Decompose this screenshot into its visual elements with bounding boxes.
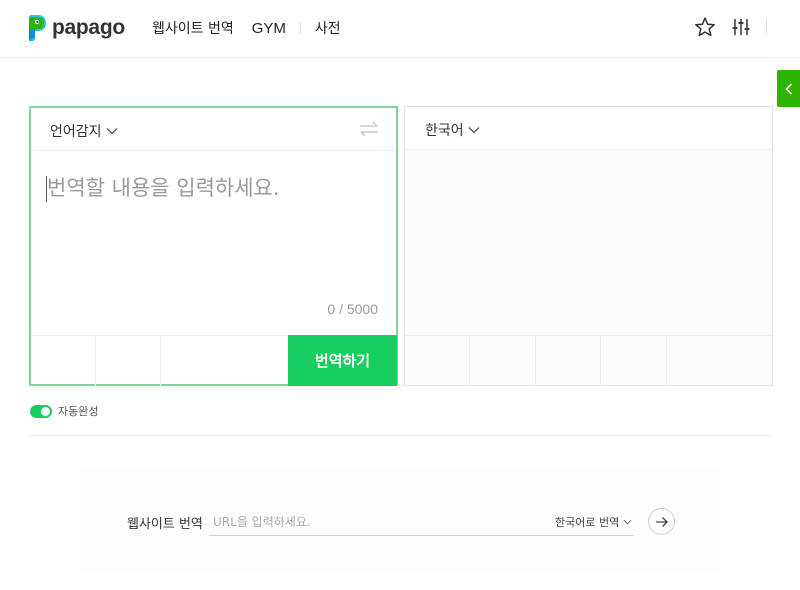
source-tool-slot [161,336,289,386]
source-language-label: 언어감지 [50,124,102,140]
logo-text: papago [52,16,125,39]
autocomplete-option: 자동완성 [30,403,98,419]
url-target-language-select[interactable]: 한국어로 번역 [555,514,632,530]
nav-dictionary[interactable]: 사전 [315,18,341,38]
logo[interactable]: papago [26,15,125,41]
source-panel-header: 언어감지 [31,108,396,151]
nav-gym[interactable]: GYM [252,20,286,37]
url-target-language-label: 한국어로 번역 [555,516,620,529]
url-go-button[interactable] [648,508,675,535]
target-toolbar [405,335,772,386]
source-panel: 언어감지 번역할 내용을 입력하세요. 0 / 5000 번역하기 [29,106,398,386]
website-translate-label: 웹사이트 번역 [127,517,203,532]
target-language-select[interactable]: 한국어 [425,120,480,140]
target-tool-slot[interactable] [536,336,601,386]
star-icon[interactable] [694,16,716,38]
chevron-down-icon [468,127,480,134]
nav-divider [299,22,301,34]
autocomplete-label: 자동완성 [58,405,99,418]
header-divider [766,20,767,34]
side-panel-toggle[interactable] [777,70,800,107]
source-language-select[interactable]: 언어감지 [50,121,118,141]
source-tool-slot[interactable] [96,336,161,386]
target-panel: 한국어 [404,106,773,386]
chevron-left-icon [784,82,792,95]
target-tool-slot[interactable] [470,336,536,386]
source-text-input[interactable]: 번역할 내용을 입력하세요. [47,172,280,202]
nav-website-translate[interactable]: 웹사이트 번역 [152,18,234,38]
translate-button[interactable]: 번역하기 [288,335,397,386]
swap-icon[interactable] [358,120,380,138]
papago-logo-icon [29,15,46,41]
target-tool-slot[interactable] [601,336,667,386]
target-tool-slot[interactable] [405,336,470,386]
character-counter: 0 / 5000 [327,301,378,317]
section-divider [29,435,773,436]
target-language-label: 한국어 [425,123,464,139]
chevron-down-icon [106,128,117,135]
top-nav: 웹사이트 번역 GYM 사전 [152,18,341,38]
toggle-knob [41,406,50,416]
settings-sliders-icon[interactable] [730,16,752,38]
header: papago 웹사이트 번역 GYM 사전 [0,0,800,58]
target-panel-header: 한국어 [405,107,772,150]
source-tool-slot[interactable] [31,336,96,386]
chevron-down-icon [623,519,632,525]
autocomplete-toggle[interactable] [30,404,52,418]
arrow-right-icon [655,516,668,527]
